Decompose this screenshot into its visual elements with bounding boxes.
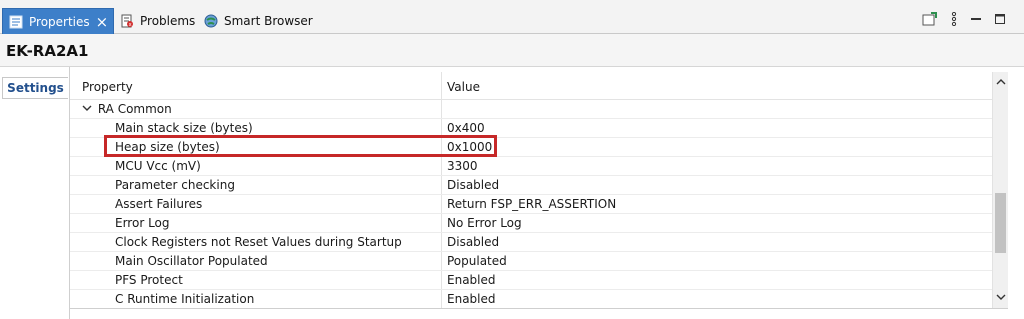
svg-text:x: x bbox=[129, 22, 132, 28]
group-label: RA Common bbox=[97, 102, 172, 116]
table-row[interactable]: Assert Failures Return FSP_ERR_ASSERTION bbox=[70, 195, 992, 214]
property-name: Assert Failures bbox=[115, 197, 203, 211]
view-toolbar bbox=[922, 11, 1006, 29]
table-row[interactable]: Error Log No Error Log bbox=[70, 214, 992, 233]
scrollbar-thumb[interactable] bbox=[995, 193, 1006, 253]
property-value[interactable]: 0x400 bbox=[447, 121, 485, 135]
property-value[interactable]: No Error Log bbox=[447, 216, 522, 230]
maximize-icon[interactable] bbox=[994, 12, 1006, 29]
tab-problems-label: Problems bbox=[140, 14, 196, 28]
table-row[interactable]: MCU Vcc (mV) 3300 bbox=[70, 157, 992, 176]
table-row[interactable]: PFS Protect Enabled bbox=[70, 271, 992, 290]
property-value[interactable]: Enabled bbox=[447, 292, 496, 306]
scroll-up-icon[interactable] bbox=[995, 76, 1007, 89]
table-row[interactable]: C Runtime Initialization Enabled bbox=[70, 290, 992, 308]
tab-properties[interactable]: Properties × bbox=[2, 8, 114, 34]
property-name: Error Log bbox=[115, 216, 170, 230]
properties-header: EK-RA2A1 bbox=[0, 34, 1024, 67]
property-value[interactable]: Disabled bbox=[447, 235, 499, 249]
tab-settings[interactable]: Settings bbox=[2, 77, 68, 99]
property-name: PFS Protect bbox=[115, 273, 183, 287]
panel-bottom-border bbox=[70, 308, 1008, 309]
properties-icon bbox=[9, 15, 23, 29]
property-name: Clock Registers not Reset Values during … bbox=[115, 235, 402, 249]
column-header-value[interactable]: Value bbox=[447, 80, 480, 94]
scroll-down-icon[interactable] bbox=[995, 291, 1007, 304]
table-row[interactable]: Clock Registers not Reset Values during … bbox=[70, 233, 992, 252]
tab-smart-browser-label: Smart Browser bbox=[224, 14, 313, 28]
property-name: Main Oscillator Populated bbox=[115, 254, 268, 268]
minimize-icon[interactable] bbox=[970, 12, 982, 29]
tab-settings-label: Settings bbox=[7, 81, 64, 95]
page-title: EK-RA2A1 bbox=[6, 42, 89, 60]
table-header: Property Value bbox=[70, 72, 992, 100]
smart-browser-icon bbox=[204, 14, 218, 28]
side-tab-panel: Settings bbox=[0, 67, 70, 319]
problems-icon: x bbox=[120, 14, 134, 28]
tab-problems[interactable]: x Problems bbox=[114, 8, 201, 34]
tab-smart-browser[interactable]: Smart Browser bbox=[198, 8, 319, 34]
chevron-down-icon[interactable] bbox=[82, 102, 94, 116]
property-value[interactable]: 3300 bbox=[447, 159, 478, 173]
property-name: C Runtime Initialization bbox=[115, 292, 255, 306]
view-menu-icon[interactable] bbox=[950, 11, 958, 29]
property-value[interactable]: Return FSP_ERR_ASSERTION bbox=[447, 197, 616, 211]
vertical-scrollbar[interactable] bbox=[992, 72, 1008, 308]
table-row[interactable]: Main Oscillator Populated Populated bbox=[70, 252, 992, 271]
close-icon[interactable]: × bbox=[96, 14, 109, 29]
column-header-property[interactable]: Property bbox=[82, 80, 133, 94]
property-value[interactable]: Disabled bbox=[447, 178, 499, 192]
properties-table: Property Value RA Common Main stack size… bbox=[70, 72, 992, 308]
property-value[interactable]: Enabled bbox=[447, 273, 496, 287]
property-name: Main stack size (bytes) bbox=[115, 121, 253, 135]
property-name: Parameter checking bbox=[115, 178, 235, 192]
property-value[interactable]: Populated bbox=[447, 254, 507, 268]
pin-icon[interactable] bbox=[922, 12, 938, 29]
property-name: MCU Vcc (mV) bbox=[115, 159, 201, 173]
group-ra-common[interactable]: RA Common bbox=[70, 100, 992, 119]
table-row[interactable]: Parameter checking Disabled bbox=[70, 176, 992, 195]
view-tab-bar: Properties × x Problems Smart Browser bbox=[0, 0, 1024, 34]
tab-properties-label: Properties bbox=[29, 14, 90, 29]
heap-size-highlight-box bbox=[104, 135, 497, 157]
